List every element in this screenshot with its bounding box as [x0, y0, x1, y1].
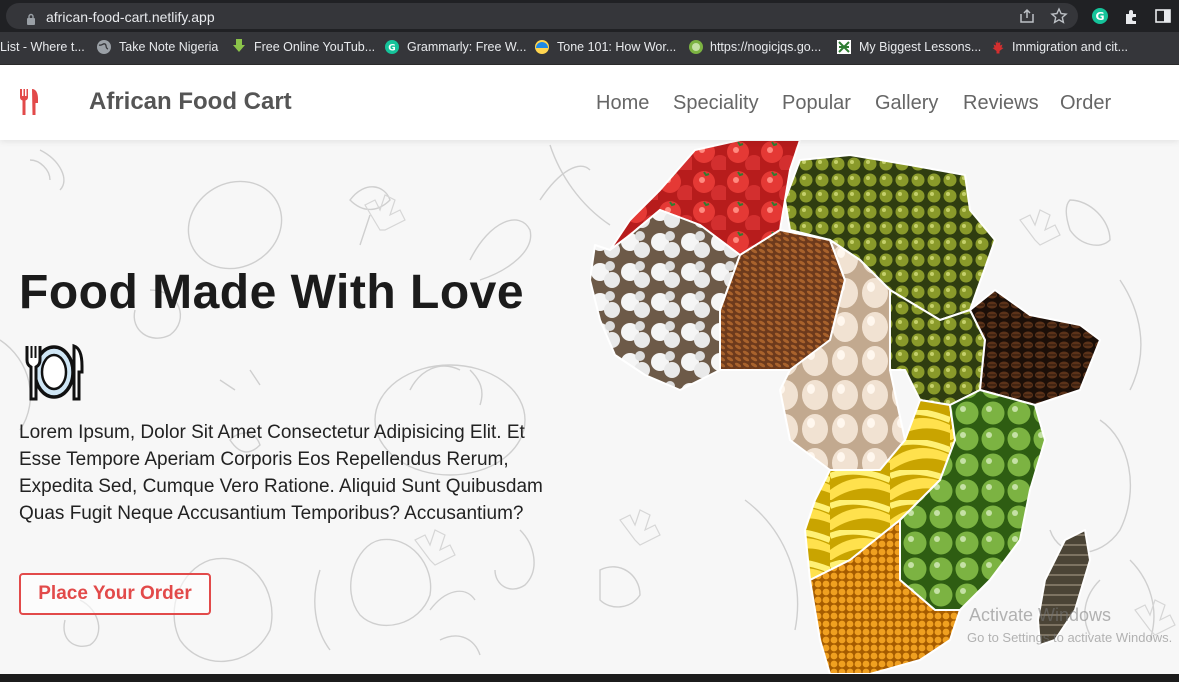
bookmark-item[interactable]: Take Note Nigeria — [119, 40, 218, 54]
africa-food-map-image — [590, 140, 1101, 674]
nav-gallery[interactable]: Gallery — [875, 92, 938, 115]
hero-section: Food Made With Love Lorem Ipsum, Dolor S… — [0, 140, 1179, 674]
svg-text:G: G — [1095, 10, 1104, 23]
bookmark-logo-icon — [837, 40, 851, 54]
bookmark-logo-icon — [535, 40, 549, 54]
windows-activation-watermark: Activate Windows — [969, 605, 1112, 625]
bookmark-item[interactable]: Tone 101: How Wor... — [557, 40, 676, 54]
hero-title: Food Made With Love — [19, 266, 525, 319]
download-arrow-icon — [233, 39, 245, 52]
address-bar[interactable]: african-food-cart.netlify.app — [6, 3, 1078, 29]
plate-cutlery-icon — [25, 343, 84, 401]
extensions-icon[interactable] — [1123, 7, 1141, 25]
nav-speciality[interactable]: Speciality — [673, 92, 759, 115]
utensils-icon[interactable] — [18, 88, 42, 116]
bookmark-item[interactable]: Grammarly: Free W... — [407, 40, 526, 54]
url-text[interactable]: african-food-cart.netlify.app — [46, 9, 215, 25]
place-order-button[interactable]: Place Your Order — [19, 573, 211, 615]
hero-description: Lorem Ipsum, Dolor Sit Amet Consectetur … — [19, 422, 543, 524]
windows-activation-hint: Go to Settings to activate Windows. — [967, 630, 1173, 645]
globe-icon — [97, 40, 111, 54]
bookmark-item[interactable]: https://nogicjqs.go... — [710, 40, 821, 54]
browser-toolbar: african-food-cart.netlify.app G — [0, 0, 1179, 32]
lock-icon[interactable] — [26, 13, 36, 25]
nav-order[interactable]: Order — [1060, 92, 1111, 115]
svg-text:G: G — [388, 44, 395, 54]
maple-leaf-icon — [992, 40, 1004, 54]
bookmark-item[interactable]: My Biggest Lessons... — [859, 40, 981, 54]
webpage: African Food Cart Home Speciality Popula… — [0, 65, 1179, 674]
nav-home[interactable]: Home — [596, 92, 649, 115]
bookmark-item[interactable]: Immigration and cit... — [1012, 40, 1128, 54]
grammarly-icon: G — [385, 40, 399, 54]
side-panel-icon[interactable] — [1154, 7, 1172, 25]
site-header: African Food Cart Home Speciality Popula… — [0, 65, 1179, 140]
windows-taskbar — [0, 674, 1179, 682]
grammarly-icon[interactable]: G — [1091, 7, 1109, 25]
bookmark-item[interactable]: List - Where t... — [0, 40, 85, 54]
star-icon[interactable] — [1050, 7, 1068, 25]
share-icon[interactable] — [1018, 7, 1036, 25]
brand-name[interactable]: African Food Cart — [89, 88, 292, 116]
seal-icon — [689, 40, 703, 54]
bookmark-item[interactable]: Free Online YouTub... — [254, 40, 375, 54]
nav-popular[interactable]: Popular — [782, 92, 851, 115]
nav-reviews[interactable]: Reviews — [963, 92, 1039, 115]
